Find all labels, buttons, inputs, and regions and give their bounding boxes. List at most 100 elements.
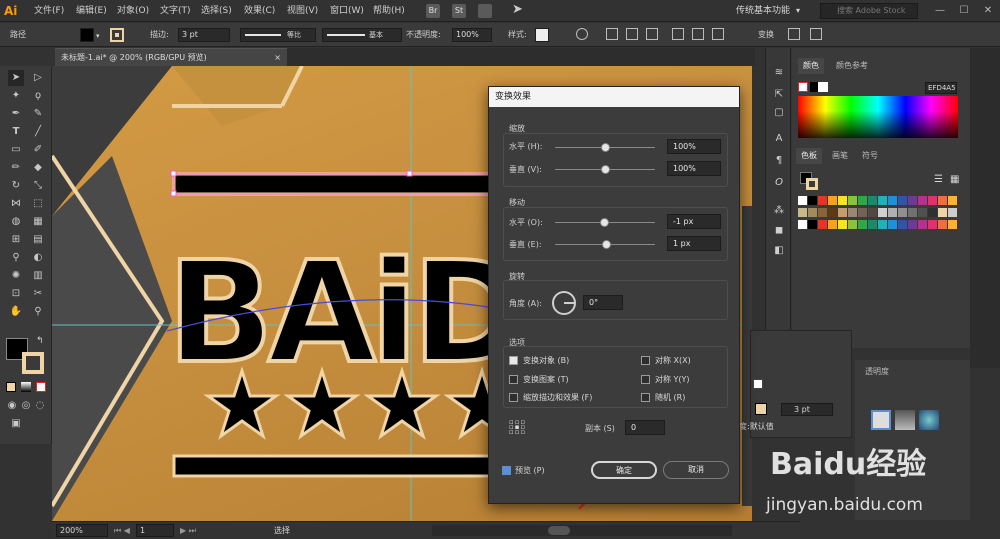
menu-effect[interactable]: 效果(C) <box>244 0 275 22</box>
color-swatch[interactable] <box>908 220 917 229</box>
workspace-switcher[interactable]: 传统基本功能 <box>736 0 790 22</box>
color-swatch[interactable] <box>948 220 957 229</box>
menu-file[interactable]: 文件(F) <box>34 0 64 22</box>
shape-builder-icon[interactable]: ◍ <box>8 214 24 230</box>
align-bottom-icon[interactable] <box>712 28 724 40</box>
tab-symbols[interactable]: 符号 <box>862 148 878 164</box>
color-swatch[interactable] <box>838 220 847 229</box>
bridge-button[interactable]: Br <box>426 4 440 18</box>
export-icon[interactable]: ⇱ <box>772 88 786 102</box>
lasso-icon[interactable]: ϙ <box>30 88 46 104</box>
line-tool-icon[interactable]: ╱ <box>30 124 46 140</box>
color-swatch[interactable] <box>858 196 867 205</box>
color-swatch[interactable] <box>858 220 867 229</box>
color-swatch[interactable] <box>818 220 827 229</box>
opentype-icon[interactable]: O <box>772 176 786 190</box>
tab-swatches[interactable]: 色板 <box>796 148 822 164</box>
color-swatch[interactable] <box>918 208 927 217</box>
none-mode-icon[interactable] <box>36 382 46 392</box>
color-swatch[interactable] <box>888 196 897 205</box>
angle-dial-icon[interactable] <box>552 291 576 315</box>
color-swatch[interactable] <box>918 220 927 229</box>
color-swatch[interactable] <box>928 196 937 205</box>
color-swatch[interactable] <box>838 208 847 217</box>
slice-tool-icon[interactable]: ✂ <box>30 286 46 302</box>
artboard-number-field[interactable]: 1 <box>136 524 174 537</box>
preview-checkbox[interactable] <box>502 466 511 475</box>
color-swatch[interactable] <box>798 220 807 229</box>
column-graph-icon[interactable]: ▥ <box>30 268 46 284</box>
color-swatch[interactable] <box>808 208 817 217</box>
color-swatch[interactable] <box>848 208 857 217</box>
color-swatch[interactable] <box>878 220 887 229</box>
color-swatch[interactable] <box>888 208 897 217</box>
minimize-icon[interactable]: — <box>928 0 952 22</box>
isolate-icon[interactable] <box>788 28 800 40</box>
color-swatch[interactable] <box>888 220 897 229</box>
transform-objects-checkbox[interactable] <box>509 356 518 365</box>
scale-tool-icon[interactable]: ⤡ <box>30 178 46 194</box>
draw-inside-icon[interactable]: ◌ <box>32 398 48 414</box>
stroke-weight-field[interactable]: 3 pt <box>178 28 230 42</box>
align-right-icon[interactable] <box>646 28 658 40</box>
slider-knob[interactable] <box>600 218 609 227</box>
anchor-handle[interactable] <box>406 170 413 177</box>
color-swatch[interactable] <box>868 196 877 205</box>
color-swatch[interactable] <box>938 208 947 217</box>
layers-icon[interactable]: ≋ <box>772 66 786 80</box>
color-swatch[interactable] <box>908 208 917 217</box>
reflect-x-checkbox[interactable] <box>641 356 650 365</box>
chevron-down-icon[interactable]: ▾ <box>796 6 800 15</box>
close-icon[interactable]: ✕ <box>976 0 1000 22</box>
recolor-icon[interactable] <box>576 28 588 40</box>
transform-link[interactable]: 变换 <box>758 23 774 47</box>
maximize-icon[interactable]: ☐ <box>952 0 976 22</box>
menu-select[interactable]: 选择(S) <box>201 0 232 22</box>
white-color-icon[interactable] <box>818 82 828 92</box>
logo-text[interactable]: BAiD <box>165 230 530 397</box>
color-swatch[interactable] <box>928 220 937 229</box>
scale-strokes-checkbox[interactable] <box>509 393 518 402</box>
random-checkbox[interactable] <box>641 393 650 402</box>
perspective-icon[interactable]: ▦ <box>30 214 46 230</box>
hex-color-field[interactable]: EFD4A5 <box>925 82 957 94</box>
artboards-icon[interactable]: ▢ <box>772 106 786 120</box>
color-swatch[interactable] <box>808 196 817 205</box>
color-swatch[interactable] <box>828 196 837 205</box>
horizontal-scrollbar[interactable] <box>432 525 732 536</box>
stroke-fill-indicator[interactable] <box>753 379 763 389</box>
color-swatch[interactable] <box>868 208 877 217</box>
color-swatch[interactable] <box>818 196 827 205</box>
color-swatch[interactable] <box>868 220 877 229</box>
curvature-icon[interactable]: ✎ <box>30 106 46 122</box>
color-swatch[interactable] <box>848 220 857 229</box>
color-swatch[interactable] <box>898 220 907 229</box>
color-swatch[interactable] <box>918 196 927 205</box>
color-swatch[interactable] <box>808 220 817 229</box>
tab-transparency[interactable]: 透明度 <box>865 364 889 380</box>
none-color-icon[interactable] <box>798 82 808 92</box>
magic-wand-icon[interactable]: ✦ <box>8 88 24 104</box>
width-tool-icon[interactable]: ⋈ <box>8 196 24 212</box>
color-swatch[interactable] <box>948 208 957 217</box>
color-swatch[interactable] <box>898 196 907 205</box>
slider-knob[interactable] <box>601 143 610 152</box>
stroke-color-chip[interactable] <box>755 403 767 415</box>
reflect-y-checkbox[interactable] <box>641 375 650 384</box>
tab-color[interactable]: 颜色 <box>798 58 824 74</box>
color-swatch[interactable] <box>848 196 857 205</box>
anchor-handle[interactable] <box>170 170 177 177</box>
transform-patterns-checkbox[interactable] <box>509 375 518 384</box>
color-mode-icon[interactable] <box>6 382 16 392</box>
ok-button[interactable]: 确定 <box>591 461 657 479</box>
swatch-grid[interactable] <box>798 196 968 276</box>
align-icon[interactable] <box>606 28 618 40</box>
anchor-handle[interactable] <box>170 190 177 197</box>
stroke-weight-input[interactable]: 3 pt <box>781 403 833 416</box>
pattern-thumb[interactable] <box>919 410 939 430</box>
symbols-icon[interactable]: ⁂ <box>772 204 786 218</box>
appearance-icon[interactable]: ◼ <box>772 224 786 238</box>
document-tab[interactable]: 未标题-1.ai* @ 200% (RGB/GPU 预览) × <box>55 48 287 66</box>
type-tool-icon[interactable]: T <box>8 124 24 140</box>
symbol-sprayer-icon[interactable]: ✺ <box>8 268 24 284</box>
